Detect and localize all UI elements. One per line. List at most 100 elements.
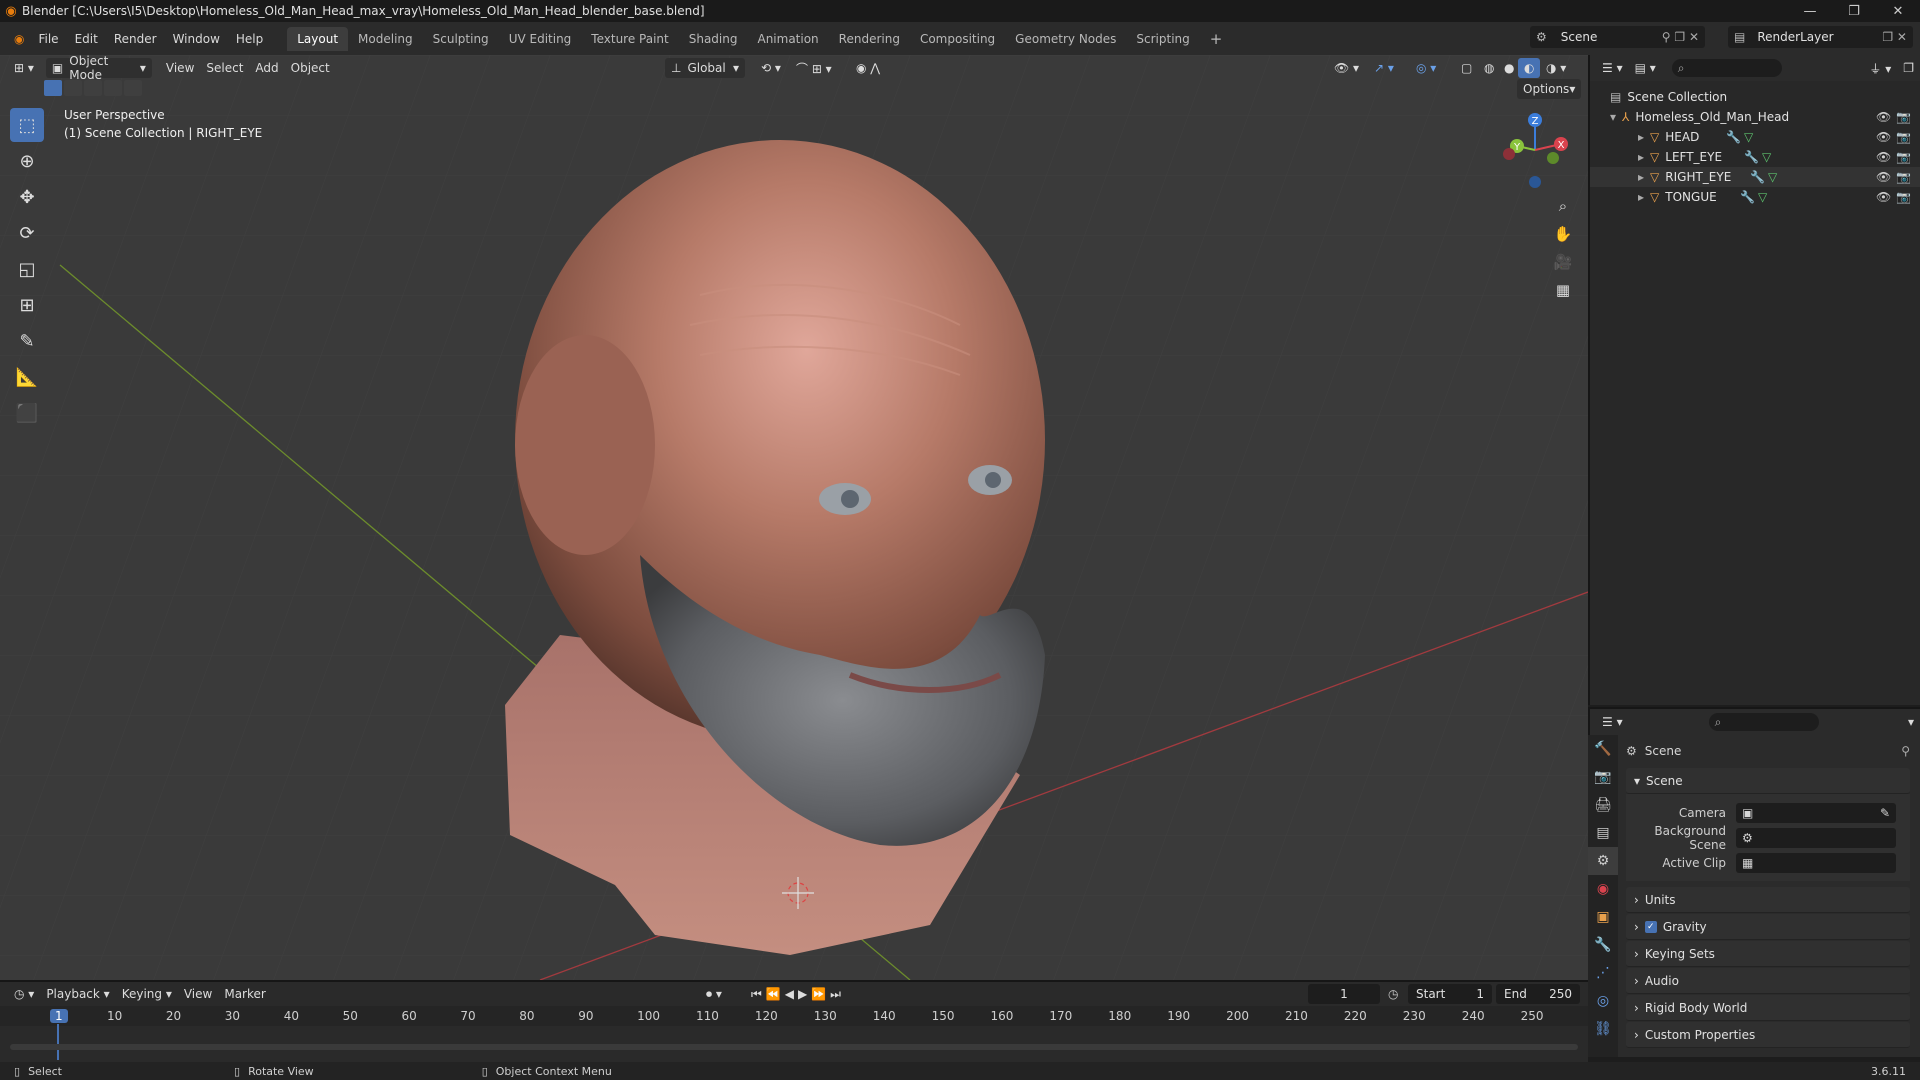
expand-chevron-icon[interactable]: ▸ — [1638, 150, 1644, 164]
playback-controls[interactable]: ⏮⏪◀▶⏩⏭ — [745, 984, 851, 1004]
xray-icon[interactable]: ▢ — [1455, 58, 1478, 78]
camera-icon[interactable]: 📷 — [1896, 130, 1911, 144]
tab-animation[interactable]: Animation — [747, 27, 828, 51]
gravity-panel-header[interactable]: › ✓ Gravity — [1626, 914, 1910, 940]
pin-icon[interactable]: ⚲ — [1901, 744, 1910, 758]
snap-icon[interactable]: ⌒ ⊞ ▾ — [790, 58, 838, 78]
timeline-scrollbar[interactable] — [10, 1044, 1578, 1050]
tab-shading[interactable]: Shading — [679, 27, 748, 51]
tool-tab-icon[interactable]: 🔨 — [1588, 735, 1618, 763]
modifier-icon[interactable]: 🔧 — [1726, 130, 1741, 144]
tab-scripting[interactable]: Scripting — [1126, 27, 1199, 51]
select-intersect-icon[interactable] — [124, 80, 142, 96]
overlay-toggle-icon[interactable]: ◎ ▾ — [1410, 58, 1442, 78]
move-tool-icon[interactable]: ✥ — [10, 180, 44, 214]
eye-icon[interactable]: 👁 — [1876, 150, 1891, 164]
camera-icon[interactable]: 📷 — [1896, 150, 1911, 164]
filter-icon[interactable]: ⏚ ▾ — [1863, 58, 1897, 78]
rotate-tool-icon[interactable]: ⟳ — [10, 216, 44, 250]
menu-render[interactable]: Render — [106, 28, 165, 50]
output-tab-icon[interactable]: 🖨 — [1588, 791, 1618, 819]
mesh-data-icon[interactable]: ▽ — [1768, 170, 1777, 184]
menu-add[interactable]: Add — [249, 58, 284, 78]
visibility-icon[interactable]: 👁 ▾ — [1328, 58, 1365, 78]
outliner-object-head[interactable]: ▸ ▽ HEAD 🔧 ▽ 👁 📷 — [1590, 127, 1920, 147]
add-cube-tool-icon[interactable]: ⬛ — [10, 396, 44, 430]
chevron-down-icon[interactable]: ▾ — [1902, 712, 1920, 732]
expand-chevron-icon[interactable]: ▾ — [1610, 110, 1616, 124]
expand-chevron-icon[interactable]: ▸ — [1638, 190, 1644, 204]
end-frame-field[interactable]: End 250 — [1496, 984, 1580, 1004]
modifier-tab-icon[interactable]: 🔧 — [1588, 931, 1618, 959]
blender-menu-icon[interactable]: ◉ — [8, 28, 30, 50]
navigation-gizmo[interactable]: Z X Y — [1495, 108, 1575, 193]
audio-panel-header[interactable]: › Audio — [1626, 968, 1910, 994]
gravity-checkbox[interactable]: ✓ — [1644, 920, 1657, 933]
tab-sculpting[interactable]: Sculpting — [423, 27, 499, 51]
expand-chevron-icon[interactable]: ▸ — [1638, 170, 1644, 184]
outliner-search-input[interactable]: ⌕ — [1671, 59, 1782, 77]
display-mode-icon[interactable]: ▤ ▾ — [1629, 58, 1662, 78]
background-scene-field[interactable]: ⚙ — [1736, 827, 1896, 848]
pan-hand-icon[interactable]: ✋ — [1549, 220, 1577, 248]
eye-icon[interactable]: 👁 — [1876, 110, 1891, 124]
camera-field[interactable]: ▣ ✎ — [1736, 802, 1896, 823]
menu-select[interactable]: Select — [200, 58, 249, 78]
ortho-grid-icon[interactable]: ▦ — [1549, 276, 1577, 304]
outliner-object-left-eye[interactable]: ▸ ▽ LEFT_EYE 🔧 ▽ 👁 📷 — [1590, 147, 1920, 167]
eye-icon[interactable]: 👁 — [1876, 170, 1891, 184]
tab-geometry-nodes[interactable]: Geometry Nodes — [1005, 27, 1126, 51]
modifier-icon[interactable]: 🔧 — [1750, 170, 1765, 184]
modifier-icon[interactable]: 🔧 — [1740, 190, 1755, 204]
mesh-data-icon[interactable]: ▽ — [1762, 150, 1771, 164]
minimize-icon[interactable]: — — [1788, 0, 1832, 22]
tab-modeling[interactable]: Modeling — [348, 27, 423, 51]
menu-help[interactable]: Help — [228, 28, 271, 50]
select-extend-icon[interactable] — [64, 80, 82, 96]
menu-keying[interactable]: Keying ▾ — [116, 984, 178, 1004]
mesh-data-icon[interactable]: ▽ — [1758, 190, 1767, 204]
scene-selector[interactable]: ⚙ Scene ⚲ ❐ ✕ — [1530, 26, 1705, 48]
menu-edit[interactable]: Edit — [67, 28, 106, 50]
outliner-object-tongue[interactable]: ▸ ▽ TONGUE 🔧 ▽ 👁 📷 — [1590, 187, 1920, 207]
pin-icon[interactable]: ⚲ ❐ ✕ — [1662, 30, 1699, 44]
scale-tool-icon[interactable]: ◱ — [10, 252, 44, 286]
menu-window[interactable]: Window — [165, 28, 228, 50]
keyframe-area[interactable] — [0, 1026, 1588, 1056]
tab-texture-paint[interactable]: Texture Paint — [581, 27, 678, 51]
frame-ruler[interactable]: 1 10 20 30 40 50 60 70 80 90 100 110 120 130 140 150 160… — [0, 1006, 1588, 1060]
eye-icon[interactable]: 👁 — [1876, 130, 1891, 144]
properties-search-input[interactable]: ⌕ — [1708, 713, 1819, 731]
transform-orientation-dropdown[interactable]: ⊥ Global ▾ — [665, 58, 745, 78]
options-dropdown[interactable]: Options ▾ — [1517, 79, 1581, 99]
object-tab-icon[interactable]: ▣ — [1588, 903, 1618, 931]
camera-view-icon[interactable]: 🎥 — [1549, 248, 1577, 276]
clock-icon[interactable]: ◷ — [1388, 987, 1398, 1001]
measure-tool-icon[interactable]: 📐 — [10, 360, 44, 394]
tab-layout[interactable]: Layout — [287, 26, 349, 51]
particles-tab-icon[interactable]: ⋰ — [1588, 959, 1618, 987]
start-frame-field[interactable]: Start 1 — [1408, 984, 1492, 1004]
camera-icon[interactable]: 📷 — [1896, 110, 1911, 124]
menu-file[interactable]: File — [30, 28, 66, 50]
menu-playback[interactable]: Playback ▾ — [40, 984, 115, 1004]
select-new-icon[interactable] — [44, 80, 62, 96]
pivot-icon[interactable]: ⟲ ▾ — [755, 58, 787, 78]
active-clip-field[interactable]: ▦ — [1736, 852, 1896, 873]
select-box-tool-icon[interactable]: ⬚ — [10, 108, 44, 142]
select-invert-icon[interactable] — [104, 80, 122, 96]
current-frame-field[interactable]: 1 — [1308, 984, 1380, 1004]
rigid-body-world-panel-header[interactable]: › Rigid Body World — [1626, 995, 1910, 1021]
properties-editor-icon[interactable]: ☰ ▾ — [1596, 712, 1629, 732]
add-workspace-icon[interactable]: + — [1200, 27, 1233, 51]
camera-icon[interactable]: 📷 — [1896, 190, 1911, 204]
transform-tool-icon[interactable]: ⊞ — [10, 288, 44, 322]
object-mode-dropdown[interactable]: ▣ Object Mode ▾ — [45, 54, 152, 82]
3d-viewport[interactable] — [0, 55, 1588, 980]
outliner-editor-icon[interactable]: ☰ ▾ — [1596, 58, 1629, 78]
camera-icon[interactable]: 📷 — [1896, 170, 1911, 184]
view-layer-selector[interactable]: ▤ RenderLayer ❐ ✕ — [1728, 26, 1913, 48]
outliner-object-right-eye[interactable]: ▸ ▽ RIGHT_EYE 🔧 ▽ 👁 📷 — [1590, 167, 1920, 187]
world-tab-icon[interactable]: ◉ — [1588, 875, 1618, 903]
menu-object[interactable]: Object — [285, 58, 336, 78]
